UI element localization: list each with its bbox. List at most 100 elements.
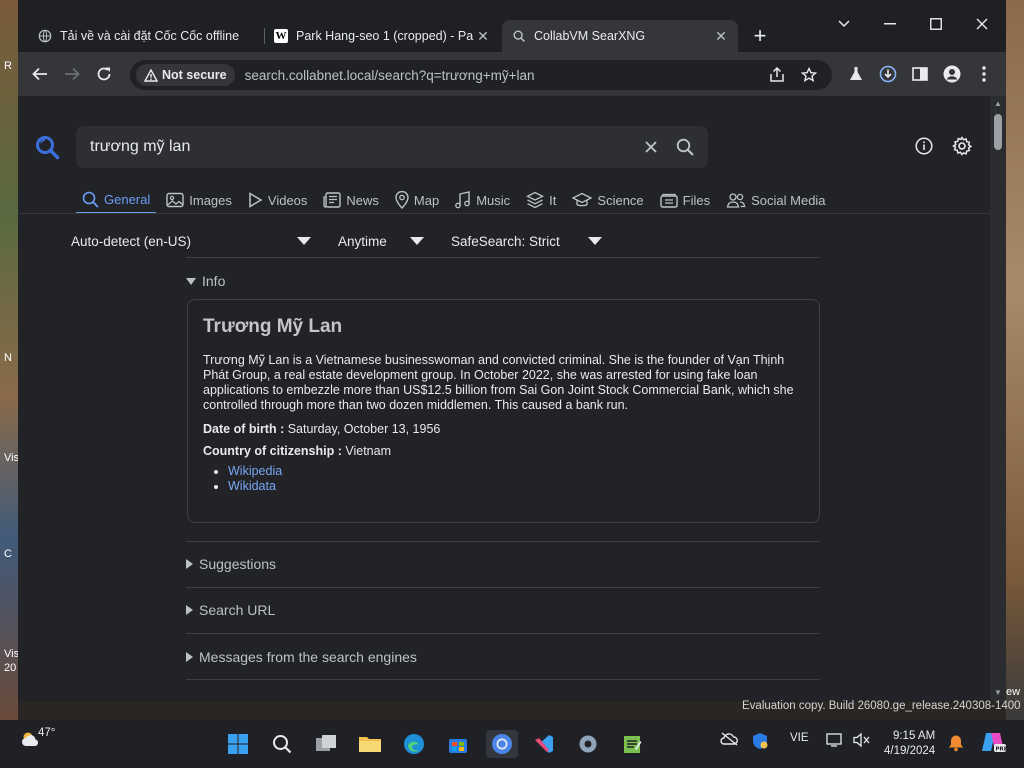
tab-park-hang-seo[interactable]: W Park Hang-seo 1 (cropped) - Pa ✕	[268, 20, 498, 52]
tab-search-icon[interactable]	[832, 12, 856, 36]
reload-button[interactable]	[92, 62, 116, 86]
gear-icon	[579, 735, 597, 753]
info-section-toggle[interactable]: Info	[186, 271, 225, 291]
edge-icon	[404, 734, 424, 754]
onedrive-icon[interactable]	[720, 732, 738, 746]
tab-general[interactable]: General	[76, 186, 157, 214]
start-button[interactable]	[224, 730, 252, 758]
wikipedia-link[interactable]: Wikipedia	[228, 464, 282, 478]
tab-coccoc[interactable]: Tải về và cài đặt Cốc Cốc offline	[32, 20, 262, 52]
desktop-icon-label: Vis	[4, 452, 20, 464]
search-box[interactable]: trương mỹ lan	[76, 126, 708, 168]
search-submit-icon[interactable]	[668, 130, 702, 164]
searxng-logo-icon[interactable]	[34, 134, 60, 160]
tab-title: Tải về và cài đặt Cốc Cốc offline	[60, 29, 240, 43]
desktop-icon-label: 20	[4, 662, 17, 674]
not-secure-label: Not secure	[162, 68, 227, 82]
tab-videos[interactable]: Videos	[242, 186, 314, 214]
share-icon[interactable]	[766, 64, 788, 86]
notification-bell-icon[interactable]	[948, 734, 964, 752]
files-icon	[659, 193, 678, 208]
time-range-select[interactable]: Anytime	[338, 230, 428, 252]
tab-map[interactable]: Map	[389, 186, 445, 214]
network-icon[interactable]	[826, 732, 844, 748]
file-explorer-button[interactable]	[356, 730, 384, 758]
store-button[interactable]	[444, 730, 472, 758]
section-divider	[186, 633, 820, 634]
not-secure-badge[interactable]: Not secure	[136, 64, 235, 86]
search-url-toggle[interactable]: Search URL	[186, 600, 275, 620]
settings-gear-icon[interactable]	[950, 134, 974, 158]
download-icon[interactable]	[876, 62, 900, 86]
info-icon[interactable]	[912, 134, 936, 158]
desktop-icon-label: ew	[1006, 686, 1021, 698]
tab-searxng[interactable]: CollabVM SearXNG ✕	[502, 20, 738, 52]
new-tab-button[interactable]: +	[748, 23, 772, 48]
close-tab-icon[interactable]: ✕	[712, 27, 730, 45]
copilot-icon[interactable]: PRE	[980, 730, 1006, 754]
search-input[interactable]: trương mỹ lan	[90, 138, 634, 156]
clear-search-icon[interactable]	[634, 130, 668, 164]
country-value: Vietnam	[345, 444, 391, 458]
tab-label: Videos	[267, 192, 308, 208]
taskbar-search-button[interactable]	[268, 730, 296, 758]
scroll-down-arrow-icon[interactable]: ▼	[993, 688, 1003, 697]
forward-button[interactable]	[60, 62, 84, 86]
map-pin-icon	[395, 191, 409, 209]
address-bar[interactable]: Not secure search.collabnet.local/search…	[130, 60, 832, 90]
chevron-down-icon	[588, 237, 602, 245]
country-label: Country of citizenship :	[203, 444, 346, 458]
minimize-button[interactable]	[878, 12, 902, 36]
close-tab-icon[interactable]: ✕	[474, 27, 492, 45]
page-scrollbar[interactable]: ▲ ▼	[990, 96, 1006, 702]
tab-it[interactable]: It	[520, 186, 562, 214]
edge-browser-button[interactable]	[400, 730, 428, 758]
infobox-description: Trương Mỹ Lan is a Vietnamese businesswo…	[203, 353, 794, 412]
globe-icon	[38, 29, 52, 43]
language-select[interactable]: Auto-detect (en-US)	[71, 230, 315, 252]
safesearch-select[interactable]: SafeSearch: Strict	[451, 230, 606, 252]
search-icon	[273, 735, 292, 754]
suggestions-toggle[interactable]: Suggestions	[186, 554, 276, 574]
tab-news[interactable]: News	[317, 186, 385, 214]
weather-widget[interactable]: 47°	[20, 727, 59, 748]
tab-label: News	[346, 192, 379, 208]
chrome-button[interactable]	[486, 730, 518, 758]
tab-images[interactable]: Images	[160, 186, 238, 214]
app-button[interactable]	[530, 730, 558, 758]
system-clock[interactable]: 9:15 AM 4/19/2024	[884, 729, 935, 759]
bookmark-star-icon[interactable]	[798, 64, 820, 86]
language-indicator[interactable]: VIE	[790, 732, 809, 744]
engine-messages-toggle[interactable]: Messages from the search engines	[186, 647, 417, 667]
volume-icon[interactable]	[852, 732, 870, 748]
back-button[interactable]	[28, 62, 52, 86]
tab-files[interactable]: Files	[654, 186, 716, 214]
tab-title: Park Hang-seo 1 (cropped) - Pa	[296, 29, 474, 43]
maximize-button[interactable]	[924, 12, 948, 36]
close-window-button[interactable]	[970, 12, 994, 36]
labs-flask-icon[interactable]	[844, 62, 868, 86]
tab-social-media[interactable]: Social Media	[720, 186, 831, 214]
menu-kebab-icon[interactable]	[972, 62, 996, 86]
security-shield-icon[interactable]	[752, 732, 768, 750]
settings-button[interactable]	[574, 730, 602, 758]
scrollbar-thumb[interactable]	[994, 114, 1002, 150]
tab-separator	[264, 28, 265, 44]
language-value: Auto-detect (en-US)	[71, 233, 192, 249]
tab-label: Map	[413, 192, 440, 208]
profile-avatar-icon[interactable]	[940, 62, 964, 86]
searxng-icon	[513, 30, 525, 42]
wikidata-link[interactable]: Wikidata	[228, 479, 276, 493]
section-divider	[186, 587, 820, 588]
svg-text:PRE: PRE	[996, 747, 1007, 753]
tab-music[interactable]: Music	[449, 186, 516, 214]
tab-science[interactable]: Science	[566, 186, 649, 214]
side-panel-icon[interactable]	[908, 62, 932, 86]
notepad-button[interactable]	[618, 730, 646, 758]
layers-icon	[526, 191, 545, 209]
scroll-up-arrow-icon[interactable]: ▲	[993, 99, 1003, 108]
url-text[interactable]: search.collabnet.local/search?q=trương+m…	[245, 68, 535, 83]
task-view-button[interactable]	[312, 730, 340, 758]
warning-icon	[144, 68, 158, 82]
category-tabs: General Images Videos News Map Music It …	[76, 186, 836, 216]
